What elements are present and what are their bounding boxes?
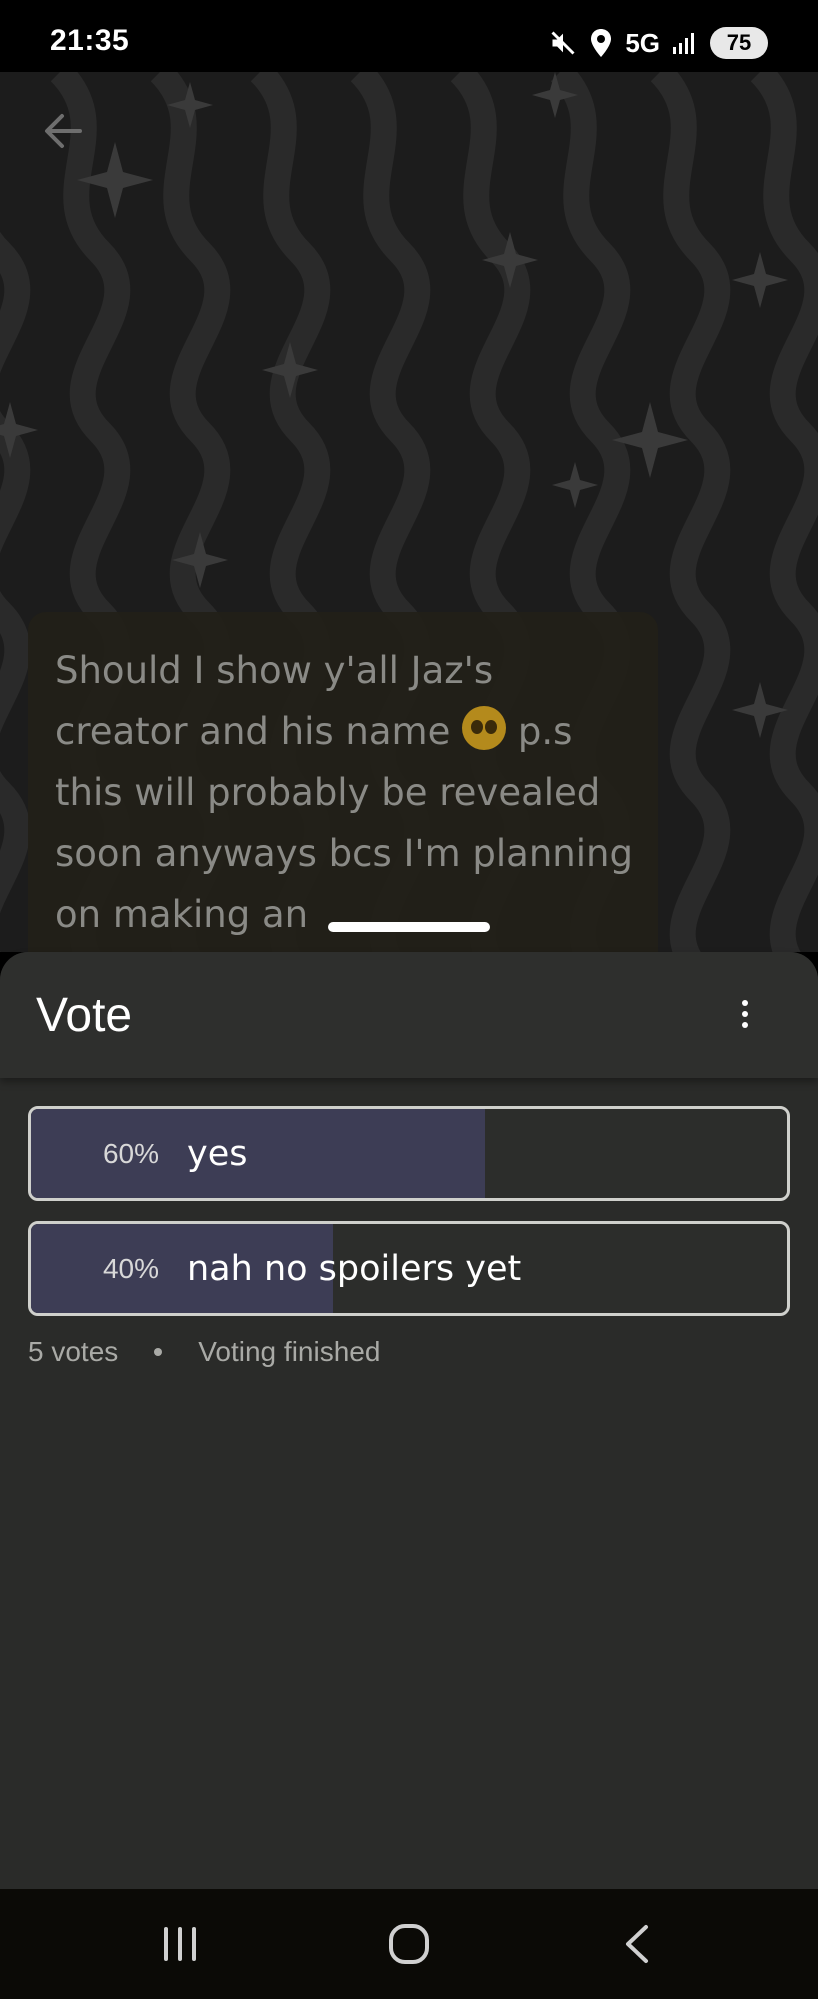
system-nav-bar	[0, 1889, 818, 1999]
poll-option-label: yes	[187, 1133, 248, 1174]
poll-footer: 5 votes Voting finished	[28, 1336, 380, 1368]
signal-icon	[673, 33, 694, 54]
location-icon	[591, 29, 612, 57]
sheet-header: Vote	[0, 952, 818, 1078]
more-options-icon[interactable]	[730, 994, 760, 1034]
mute-icon	[551, 31, 575, 55]
poll-option-percent: 40%	[102, 1252, 159, 1284]
home-icon[interactable]	[379, 1919, 439, 1969]
poll-option-percent: 60%	[102, 1137, 159, 1169]
pleading-face-emoji-icon	[462, 706, 507, 750]
poll-option-nah[interactable]: 40% nah no spoilers yet	[28, 1221, 790, 1316]
post-text: Should I show y'all Jaz's creator and hi…	[55, 640, 635, 945]
poll-option-label: nah no spoilers yet	[187, 1248, 522, 1289]
poll-option-yes[interactable]: 60% yes	[28, 1106, 790, 1201]
vote-sheet: Vote 60% yes 40% nah no spoilers yet 5 v…	[0, 952, 818, 1889]
recent-apps-icon[interactable]	[150, 1919, 210, 1969]
battery-icon: 75	[710, 27, 768, 59]
post-text-start: Should I show y'all Jaz's creator and hi…	[55, 649, 494, 753]
network-type: 5G	[625, 27, 660, 58]
separator-dot	[154, 1348, 163, 1356]
back-arrow-icon[interactable]	[40, 108, 86, 154]
status-bar: 21:35 5G 75	[0, 0, 818, 72]
voting-status: Voting finished	[198, 1336, 381, 1367]
back-icon[interactable]	[608, 1919, 668, 1969]
status-icons: 5G 75	[549, 24, 768, 62]
vote-count: 5 votes	[28, 1336, 119, 1367]
status-time: 21:35	[50, 24, 130, 57]
battery-level: 75	[726, 30, 752, 55]
sheet-title: Vote	[36, 989, 133, 1042]
sheet-drag-handle[interactable]	[328, 922, 490, 932]
